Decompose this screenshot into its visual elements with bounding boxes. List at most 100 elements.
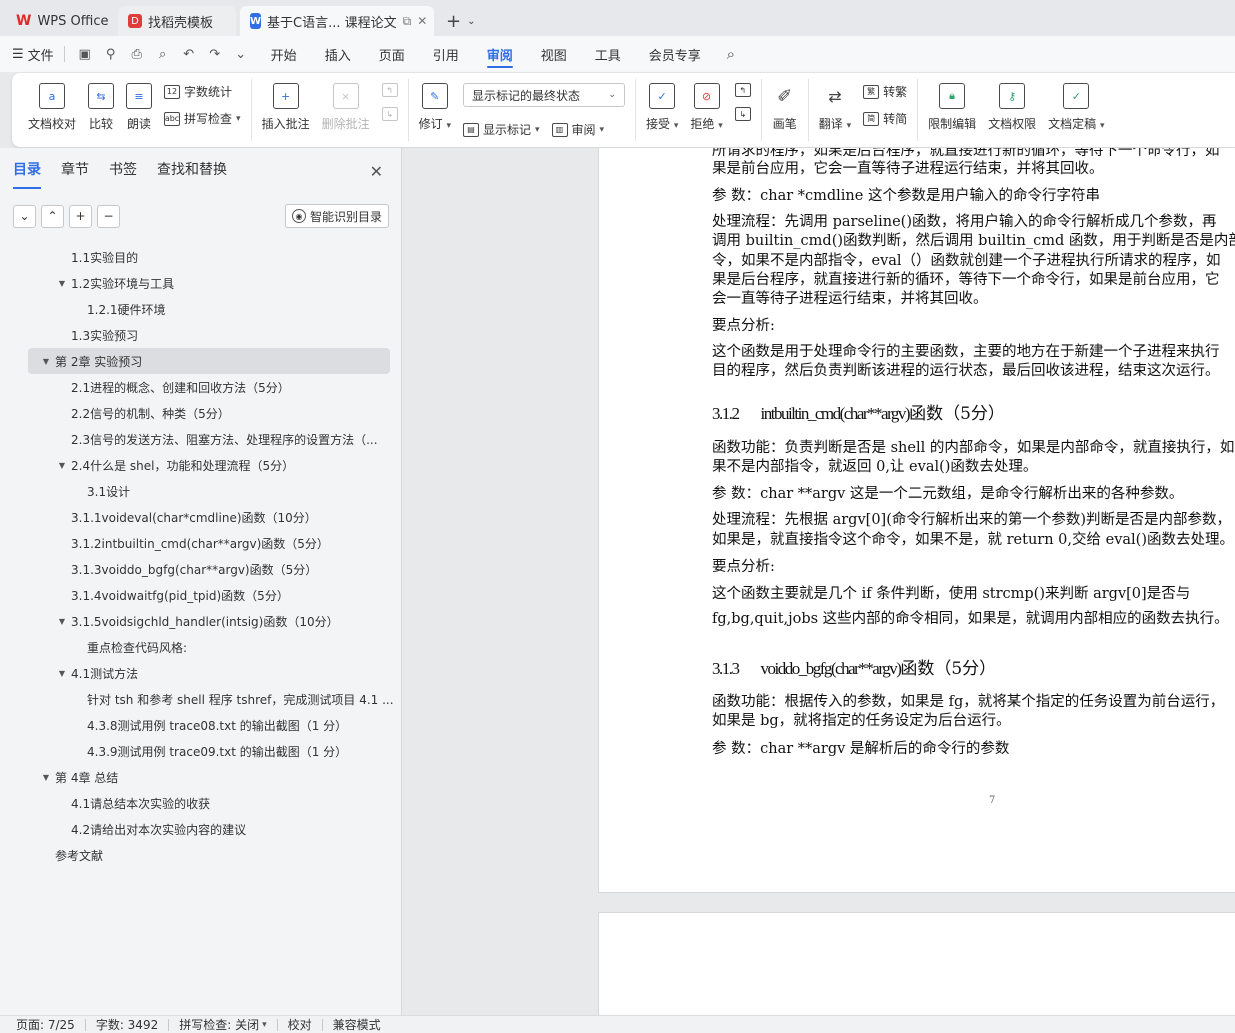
tab-member[interactable]: 会员专享 — [635, 36, 715, 72]
tab-bookmarks[interactable]: 书签 — [109, 159, 137, 183]
expand-toggle-icon[interactable]: ▼ — [40, 773, 52, 782]
to-simplified-button[interactable]: 简 转简 — [863, 110, 907, 127]
toc-item[interactable]: 针对 tsh 和参考 shell 程序 tshref，完成测试项目 4.1 ..… — [0, 686, 402, 712]
toc-item[interactable]: 1.1实验目的 — [0, 244, 402, 270]
page-indicator[interactable]: 页面: 7/25 — [16, 1016, 75, 1033]
next-comment-button[interactable]: ↳ — [381, 107, 398, 121]
toc-item[interactable]: 3.1.1voideval(char*cmdline)函数（10分） — [0, 504, 402, 530]
new-tab-button[interactable]: + ⌄ — [438, 6, 483, 36]
save-icon[interactable]: ▣ — [75, 44, 95, 64]
spell-check-button[interactable]: abc 拼写检查 ▾ — [164, 110, 241, 127]
tab-tools[interactable]: 工具 — [581, 36, 635, 72]
track-changes-button[interactable]: ✎ 修订 ▾ — [413, 79, 457, 136]
toc-item[interactable]: 4.1请总结本次实验的收获 — [0, 790, 402, 816]
tab-document[interactable]: W 基于C语言... 课程论文 ⧉ ✕ — [240, 6, 434, 36]
toc-item[interactable]: 1.2.1硬件环境 — [0, 296, 402, 322]
delete-comment-button[interactable]: × 删除批注 — [316, 79, 376, 136]
tab-start[interactable]: 开始 — [257, 36, 311, 72]
close-tab-icon[interactable]: ✕ — [417, 14, 427, 28]
remove-heading-button[interactable]: − — [97, 204, 120, 228]
print-preview-icon[interactable]: ⌕ — [153, 44, 173, 64]
markup-state-select[interactable]: 显示标记的最终状态 ⌄ — [462, 83, 625, 107]
expand-toggle-icon[interactable]: ▼ — [56, 461, 68, 470]
doc-proof-button[interactable]: a 文档校对 — [22, 79, 82, 136]
share-icon[interactable]: ⚲ — [101, 44, 121, 64]
word-count-button[interactable]: 12 字数统计 — [164, 83, 241, 100]
toc-item[interactable]: 3.1.2intbuiltin_cmd(char**argv)函数（5分） — [0, 530, 402, 556]
tab-page[interactable]: 页面 — [365, 36, 419, 72]
collapse-all-button[interactable]: ⌃ — [41, 204, 64, 228]
tab-toc[interactable]: 目录 — [13, 159, 41, 189]
toc-item[interactable]: ▼ 第 4章 总结 — [0, 764, 402, 790]
toc-item[interactable]: 2.2信号的机制、种类（5分） — [0, 400, 402, 426]
reject-button[interactable]: ⊘ 拒绝 ▾ — [684, 79, 728, 136]
section-heading: 3.1.3 voiddo_bgfg(char**argv)函数（5分） — [712, 654, 1235, 679]
toc-item[interactable]: 4.3.8测试用例 trace08.txt 的输出截图（1 分） — [0, 712, 402, 738]
toc-item[interactable]: ▼ 3.1.5voidsigchld_handler(intsig)函数（10分） — [0, 608, 402, 634]
tab-find-replace[interactable]: 查找和替换 — [157, 159, 227, 183]
document-area[interactable]: 7 所请求的程序，如果是后台程序，就直接进行新的循环，等待下一个命令行，如 果是前… — [403, 148, 1235, 1015]
expand-all-button[interactable]: ⌄ — [13, 204, 36, 228]
add-heading-button[interactable]: + — [69, 204, 92, 228]
toc-item[interactable]: 3.1.4voidwaitfg(pid_tpid)函数（5分） — [0, 582, 402, 608]
chevron-down-icon[interactable]: ⌄ — [231, 44, 251, 64]
search-icon[interactable]: ⌕ — [721, 44, 741, 64]
redo-icon[interactable]: ↷ — [205, 44, 225, 64]
undo-icon[interactable]: ↶ — [179, 44, 199, 64]
toc-item[interactable]: 4.2请给出对本次实验内容的建议 — [0, 816, 402, 842]
smart-toc-button[interactable]: ◉ 智能识别目录 — [284, 204, 389, 228]
next-change-button[interactable]: ↳ — [734, 107, 751, 121]
tab-chapters[interactable]: 章节 — [61, 159, 89, 183]
file-menu[interactable]: ☰ 文件 — [12, 45, 54, 64]
document-page[interactable]: 7 所请求的程序，如果是后台程序，就直接进行新的循环，等待下一个命令行，如 果是前… — [598, 148, 1235, 893]
insert-comment-button[interactable]: + 插入批注 — [256, 79, 316, 136]
toc-item[interactable]: ▼ 2.4什么是 shel，功能和处理流程（5分） — [0, 452, 402, 478]
docer-logo-icon: D — [128, 14, 142, 28]
compare-label: 比较 — [89, 117, 114, 131]
close-icon[interactable]: ✕ — [370, 162, 383, 181]
expand-toggle-icon[interactable]: ▼ — [56, 617, 68, 626]
document-page-next[interactable] — [598, 912, 1235, 1015]
prev-change-button[interactable]: ↰ — [734, 83, 751, 97]
show-markup-button[interactable]: ▤ 显示标记 ▾ — [462, 121, 540, 138]
prev-comment-button[interactable]: ↰ — [381, 83, 398, 97]
review-pane-button[interactable]: ▥ 审阅 ▾ — [551, 121, 604, 138]
print-icon[interactable]: ⎙ — [127, 44, 147, 64]
restrict-edit-button[interactable]: 🔒︎ 限制编辑 — [922, 79, 982, 136]
translate-button[interactable]: ⇄ 翻译 ▾ — [813, 79, 857, 136]
proof-indicator[interactable]: 校对 — [288, 1016, 312, 1033]
word-count-indicator[interactable]: 字数: 3492 — [96, 1016, 158, 1033]
paragraph-line: 令，如果不是内部指令，eval（）函数就创建一个子进程执行所请求的程序，如 — [712, 253, 1221, 269]
accept-button[interactable]: ✓ 接受 ▾ — [640, 79, 684, 136]
compare-button[interactable]: ⇆ 比较 — [82, 79, 120, 136]
doc-finalize-button[interactable]: ✓ 文档定稿 ▾ — [1042, 79, 1110, 136]
window-restore-icon[interactable]: ⧉ — [403, 14, 412, 29]
read-aloud-button[interactable]: ≡ 朗读 — [120, 79, 158, 136]
toc-item[interactable]: 1.3实验预习 — [0, 322, 402, 348]
toc-item[interactable]: 4.3.9测试用例 trace09.txt 的输出截图（1 分） — [0, 738, 402, 764]
toc-item[interactable]: 3.1设计 — [0, 478, 402, 504]
toc-item[interactable]: 2.1进程的概念、创建和回收方法（5分） — [0, 374, 402, 400]
to-traditional-button[interactable]: 繁 转繁 — [863, 83, 907, 100]
expand-toggle-icon[interactable]: ▼ — [56, 669, 68, 678]
expand-toggle-icon[interactable]: ▼ — [56, 279, 68, 288]
toc-item[interactable]: 3.1.3voiddo_bgfg(char**argv)函数（5分） — [0, 556, 402, 582]
toc-item[interactable]: ▼ 4.1测试方法 — [0, 660, 402, 686]
toc-item[interactable]: 重点检查代码风格: — [0, 634, 402, 660]
pen-label: 画笔 — [772, 117, 797, 131]
toc-item[interactable]: ▼ 1.2实验环境与工具 — [0, 270, 402, 296]
expand-toggle-icon[interactable]: ▼ — [40, 357, 52, 366]
doc-permission-button[interactable]: ⚷ 文档权限 — [982, 79, 1042, 136]
tab-docer-templates[interactable]: D 找稻壳模板 — [118, 6, 236, 36]
tab-insert[interactable]: 插入 — [311, 36, 365, 72]
toc-item[interactable]: ▼ 第 2章 实验预习 — [28, 348, 390, 374]
tab-view[interactable]: 视图 — [527, 36, 581, 72]
toc-item[interactable]: 2.3信号的发送方法、阻塞方法、处理程序的设置方法（... — [0, 426, 402, 452]
tab-wps-office[interactable]: W WPS Office — [6, 6, 114, 36]
toc-item[interactable]: 参考文献 — [0, 842, 402, 868]
tab-references[interactable]: 引用 — [419, 36, 473, 72]
tab-review[interactable]: 审阅 — [473, 36, 527, 72]
pen-button[interactable]: ✐ 画笔 — [766, 79, 804, 136]
toc-item-label: 3.1.5voidsigchld_handler(intsig)函数（10分） — [71, 614, 339, 629]
spell-check-indicator[interactable]: 拼写检查: 关闭 ▾ — [179, 1016, 266, 1033]
